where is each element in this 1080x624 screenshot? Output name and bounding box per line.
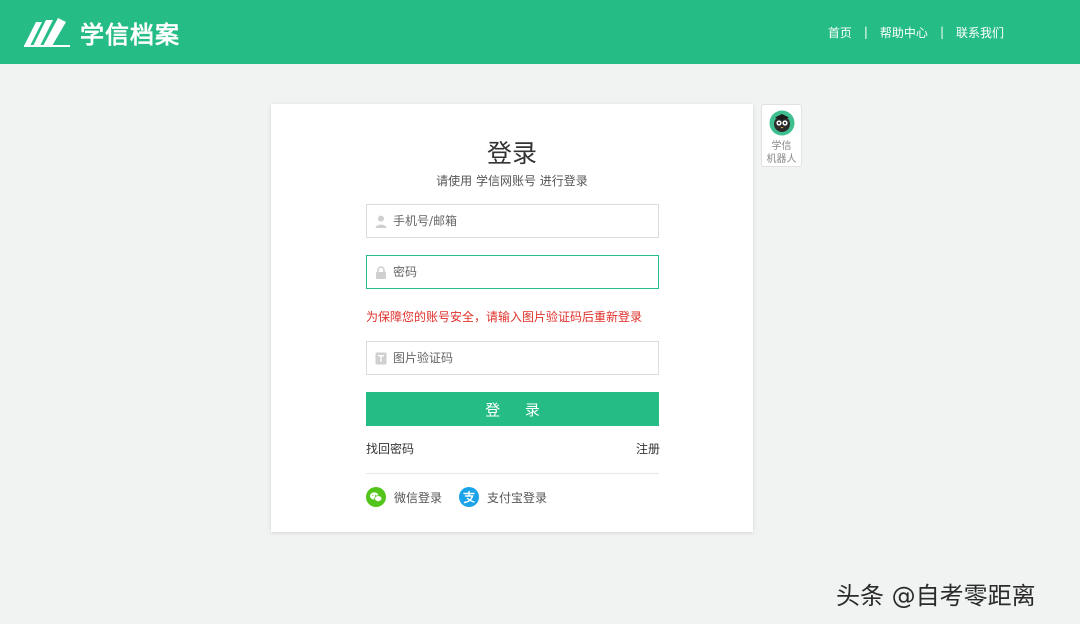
logo-text: 学信档案 — [80, 20, 180, 49]
nav-help-center[interactable]: 帮助中心 — [880, 24, 928, 41]
captcha-field[interactable] — [366, 341, 659, 375]
robot-assistant-button[interactable]: 学信 机器人 — [761, 104, 802, 167]
captcha-input[interactable] — [393, 343, 658, 373]
register-link[interactable]: 注册 — [636, 440, 660, 457]
watermark-text: 头条 @自考零距离 — [836, 582, 1036, 610]
lock-icon — [369, 256, 393, 288]
nav-separator: | — [939, 25, 944, 39]
alipay-login-label: 支付宝登录 — [487, 490, 548, 505]
login-subtitle: 请使用 学信网账号 进行登录 — [436, 174, 588, 188]
alipay-login[interactable]: 支付宝登录 — [459, 487, 547, 507]
password-input[interactable] — [393, 257, 658, 287]
nav-contact-us[interactable]: 联系我们 — [956, 24, 1004, 41]
wechat-login[interactable]: 微信登录 — [366, 487, 442, 507]
forgot-password-link[interactable]: 找回密码 — [366, 440, 414, 457]
wechat-login-label: 微信登录 — [394, 490, 443, 505]
robot-avatar-icon — [769, 110, 794, 136]
username-field[interactable] — [366, 204, 659, 238]
password-field[interactable] — [366, 255, 659, 289]
user-icon — [369, 205, 393, 237]
alipay-icon — [459, 487, 479, 507]
login-button[interactable]: 登 录 — [366, 392, 659, 426]
nav-separator: | — [863, 25, 868, 39]
top-bar: 学信档案 首页 | 帮助中心 | 联系我们 — [0, 0, 1080, 64]
username-input[interactable] — [393, 206, 658, 236]
robot-label-line1: 学信 — [771, 141, 792, 152]
captcha-icon — [369, 342, 393, 374]
security-warning: 为保障您的账号安全，请输入图片验证码后重新登录 — [366, 310, 643, 324]
book-logo-icon — [24, 18, 70, 47]
wechat-icon — [366, 487, 386, 507]
top-nav: 首页 | 帮助中心 | 联系我们 — [828, 22, 1004, 42]
login-title: 登录 — [486, 139, 537, 168]
login-card: 登录 请使用 学信网账号 进行登录 为保障您的账号安全，请输入图片验证码后重新登… — [271, 104, 753, 532]
robot-label-line2: 机器人 — [766, 154, 797, 165]
nav-home[interactable]: 首页 — [828, 24, 852, 41]
site-logo[interactable]: 学信档案 — [22, 14, 180, 50]
divider — [366, 473, 659, 474]
